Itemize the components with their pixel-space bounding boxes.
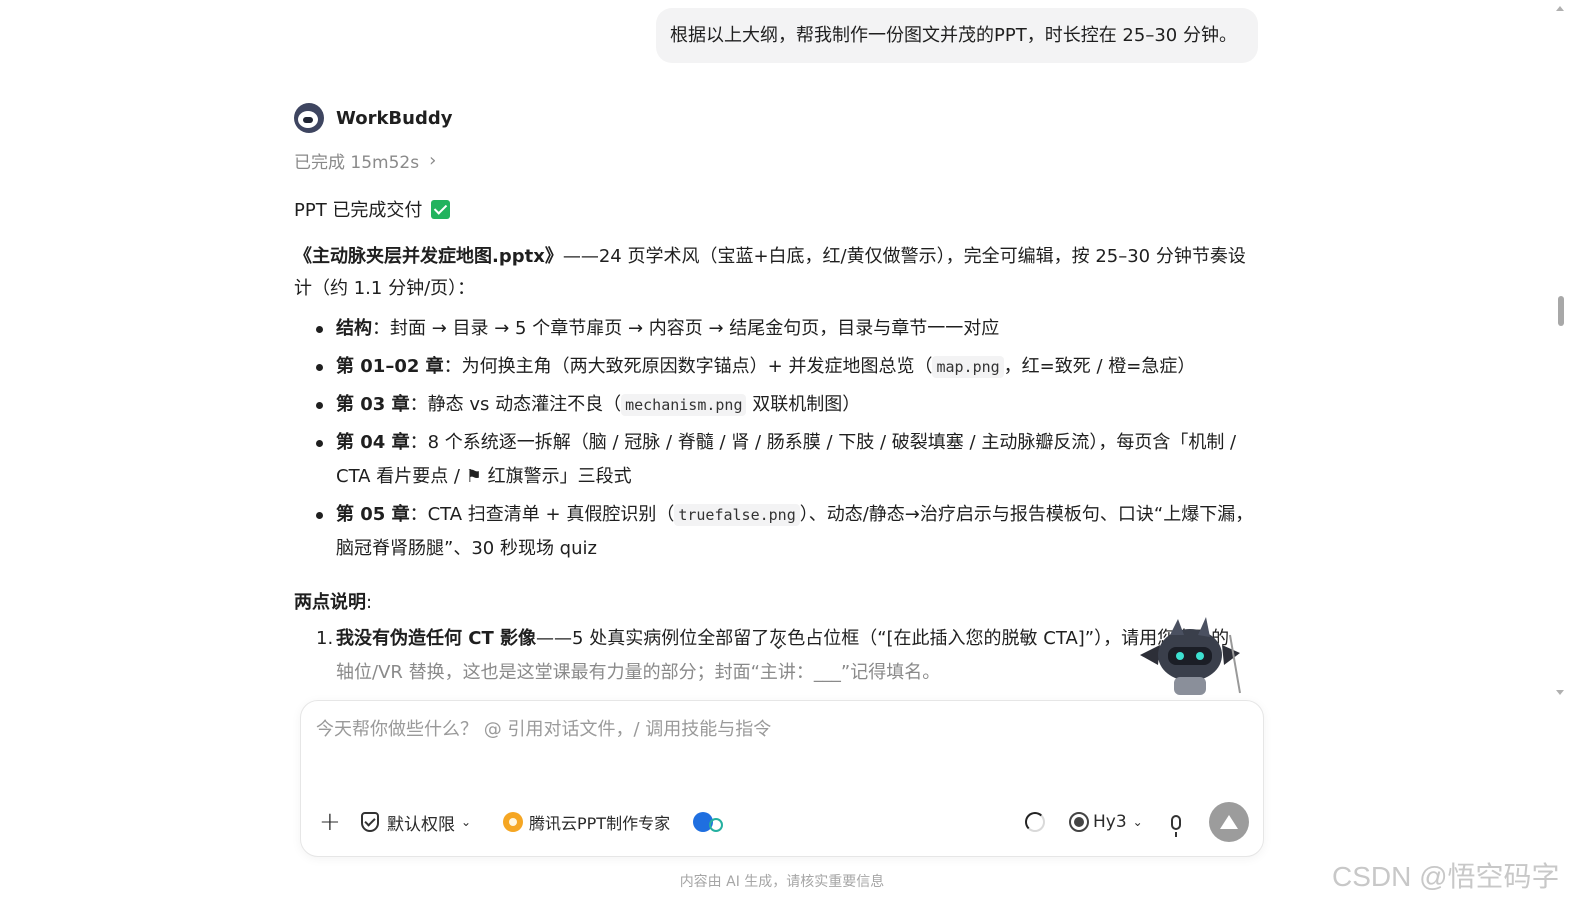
loading-indicator [1025, 801, 1045, 843]
assistant-name: WorkBuddy [336, 107, 453, 129]
done-line: PPT 已完成交付 [294, 196, 451, 222]
tools-secondary-icon [709, 818, 723, 832]
user-message-bubble: 根据以上大纲，帮我制作一份图文并茂的PPT，时长控在 25–30 分钟。 [656, 8, 1258, 63]
file-title: 《主动脉夹层并发症地图.pptx》 [294, 246, 563, 267]
message-input[interactable] [316, 719, 1216, 740]
bullet-text: ：静态 vs 动态灌注不良（ [409, 394, 622, 415]
scrollbar-thumb[interactable] [1558, 296, 1564, 326]
permission-label: 默认权限 [387, 814, 455, 835]
scroll-down-icon[interactable]: ⌄ [771, 633, 786, 654]
spinner-icon [1025, 812, 1045, 832]
assistant-header: WorkBuddy [294, 102, 452, 134]
send-button[interactable] [1209, 802, 1249, 842]
done-text: PPT 已完成交付 [294, 200, 423, 221]
arrow-up-icon [1220, 815, 1238, 829]
list-item: 第 01–02 章：为何换主角（两大致死原因数字锚点）+ 并发症地图总览（ map… [294, 350, 1254, 384]
summary-paragraph: 《主动脉夹层并发症地图.pptx》——24 页学术风（宝蓝+白底，红/黄仅做警示… [294, 241, 1254, 305]
bullet-label: 第 05 章 [336, 504, 410, 525]
add-attachment-button[interactable]: + [319, 801, 341, 843]
notes-title: 两点说明: [294, 592, 373, 613]
list-item: 第 04 章：8 个系统逐一拆解（脑 / 冠脉 / 脊髓 / 肾 / 肠系膜 /… [294, 426, 1254, 494]
microphone-icon [1171, 814, 1181, 837]
list-item: 结构：封面 → 目录 → 5 个章节扉页 → 内容页 → 结尾金句页，目录与章节… [294, 312, 1254, 346]
bullet-label: 第 04 章 [336, 432, 410, 453]
inline-code: map.png [932, 356, 1004, 378]
task-status-toggle[interactable]: 已完成 15m52s › [294, 148, 436, 173]
bullet-text: ：CTA 扫查清单 + 真假腔识别（ [409, 504, 675, 525]
skill-chip[interactable]: 腾讯云PPT制作专家 [503, 801, 670, 843]
scroll-up-arrow-icon[interactable] [1556, 6, 1564, 11]
note-label: 我没有伪造任何 CT 影像 [336, 628, 537, 649]
bullet-list: 结构：封面 → 目录 → 5 个章节扉页 → 内容页 → 结尾金句页，目录与章节… [294, 312, 1254, 570]
bullet-text: 双联机制图） [746, 394, 861, 415]
composer-toolbar: + 默认权限 ⌄ 腾讯云PPT制作专家 Hy3 ⌄ [301, 801, 1263, 843]
shield-check-icon [361, 812, 379, 832]
scroll-down-arrow-icon[interactable] [1556, 690, 1564, 695]
assistant-avatar [294, 103, 324, 133]
microphone-button[interactable] [1171, 801, 1181, 843]
mascot-illustration [1140, 617, 1241, 695]
notes-title-text: 两点说明 [294, 592, 366, 613]
bullet-text: ：8 个系统逐一拆解（脑 / 冠脉 / 脊髓 / 肾 / 肠系膜 / 下肢 / … [336, 432, 1237, 487]
note-text: ——5 处真实病例位全部留了灰色占位框（“[在此插入您的脱敏 CTA]”），请用… [536, 628, 1230, 649]
permission-dropdown[interactable]: 默认权限 ⌄ [361, 801, 471, 843]
bullet-text: ，红=致死 / 橙=急症） [1003, 356, 1196, 377]
bullet-label: 第 03 章 [336, 394, 410, 415]
model-icon [1069, 812, 1089, 832]
tools-button[interactable] [693, 801, 723, 843]
bullet-text: ：封面 → 目录 → 5 个章节扉页 → 内容页 → 结尾金句页，目录与章节一一… [372, 318, 1000, 339]
bullet-label: 第 01–02 章 [336, 356, 444, 377]
plus-icon: + [319, 807, 341, 837]
chevron-down-icon: ⌄ [1132, 815, 1143, 829]
bullet-label: 结构 [336, 318, 372, 339]
inline-code: truefalse.png [674, 504, 800, 526]
model-label: Hy3 [1093, 812, 1127, 832]
list-item: 第 03 章：静态 vs 动态灌注不良（ mechanism.png 双联机制图） [294, 388, 1254, 422]
list-item: 第 05 章：CTA 扫查清单 + 真假腔识别（ truefalse.png ）、动… [294, 498, 1254, 566]
check-mark-icon [431, 199, 451, 219]
composer: + 默认权限 ⌄ 腾讯云PPT制作专家 Hy3 ⌄ [300, 700, 1264, 857]
watermark: CSDN @悟空码字 [1332, 861, 1560, 892]
scrollbar[interactable] [1552, 0, 1572, 700]
skill-label: 腾讯云PPT制作专家 [529, 814, 671, 833]
chevron-down-icon: ⌄ [461, 815, 472, 829]
inline-code: mechanism.png [621, 394, 747, 416]
bullet-text: ：为何换主角（两大致死原因数字锚点）+ 并发症地图总览（ [443, 356, 933, 377]
task-status-text: 已完成 15m52s [294, 153, 420, 173]
model-selector[interactable]: Hy3 ⌄ [1069, 801, 1143, 843]
note-text-continued: 轴位/VR 替换，这也是这堂课最有力量的部分；封面“主讲：___”记得填名。 [336, 662, 941, 683]
skill-icon [503, 812, 523, 832]
list-number: 1. [316, 628, 334, 649]
chevron-right-icon: › [429, 150, 437, 171]
ai-disclaimer: 内容由 AI 生成，请核实重要信息 [679, 874, 885, 890]
